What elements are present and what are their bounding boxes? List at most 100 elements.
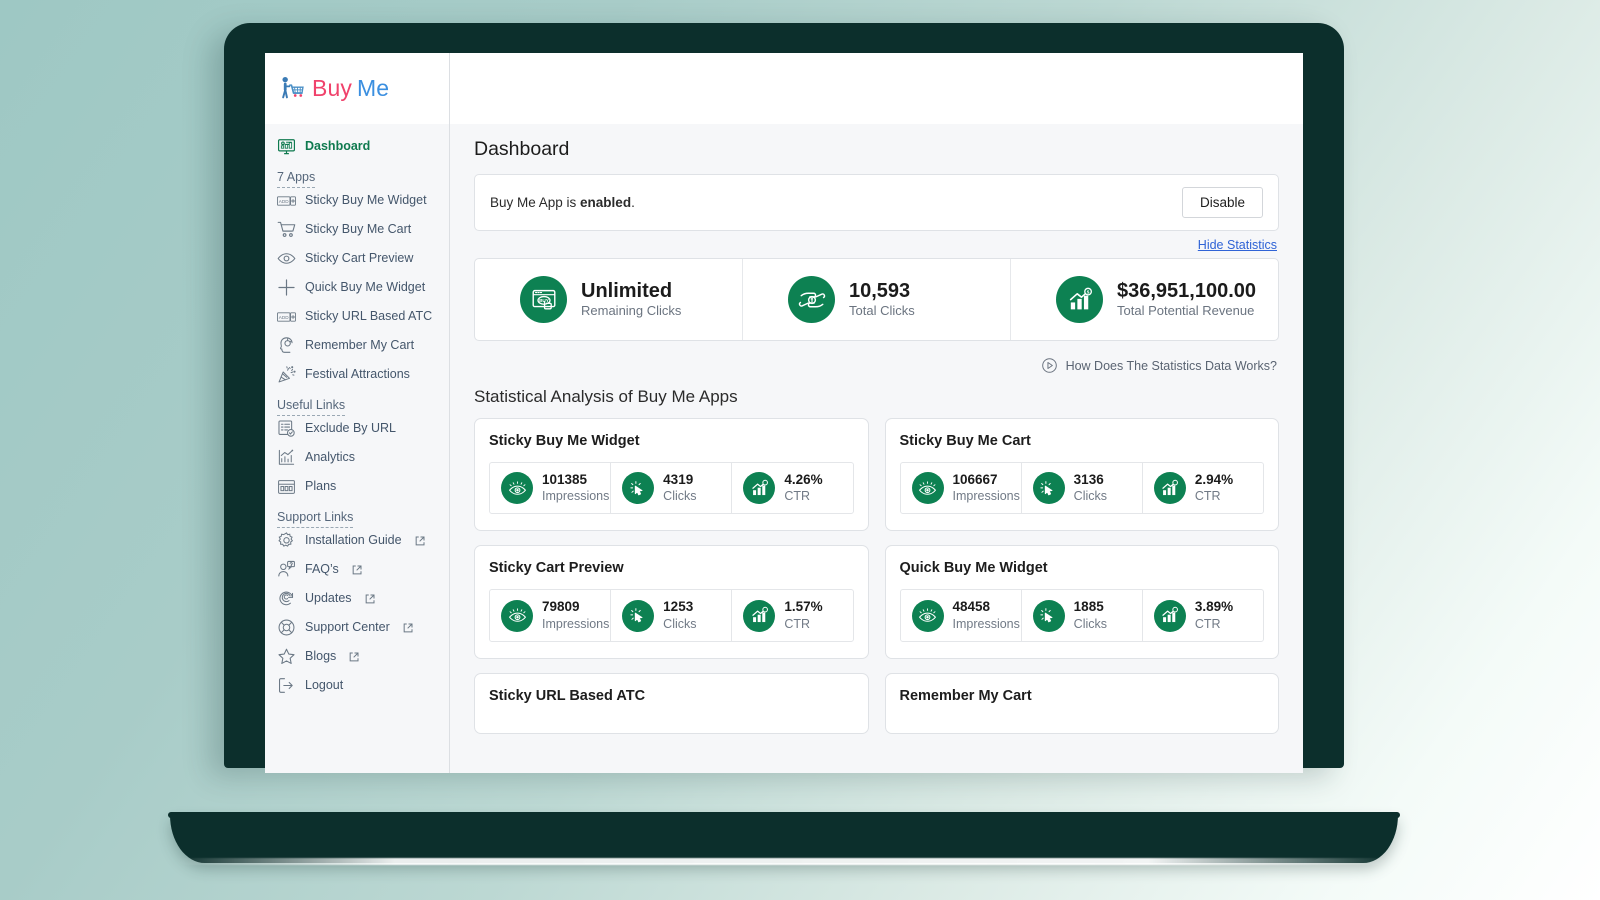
sidebar-item-sticky-buy-me-cart[interactable]: Sticky Buy Me Cart — [265, 215, 449, 244]
sidebar-item-label: Sticky Cart Preview — [305, 252, 413, 266]
svg-text:ADD: ADD — [279, 199, 289, 204]
main-area: Dashboard Buy Me App is enabled. Disable… — [450, 53, 1303, 773]
app-stat-card: Sticky Buy Me Cart — [885, 418, 1280, 531]
sidebar-item-festival-attractions[interactable]: Festival Attractions — [265, 360, 449, 389]
metric-label: CTR — [784, 488, 822, 504]
sidebar-item-sticky-url-based-atc[interactable]: ADD Sticky URL Based ATC — [265, 302, 449, 331]
ctr-chart-icon — [743, 600, 775, 632]
top-bar — [450, 53, 1303, 124]
laptop-base-highlight — [176, 858, 1392, 865]
metric-label: Clicks — [663, 488, 696, 504]
metric-text: 101385 Impressions — [542, 472, 609, 504]
svg-text:$: $ — [1086, 289, 1089, 294]
sidebar-item-remember-my-cart[interactable]: Remember My Cart — [265, 331, 449, 360]
hide-statistics-link[interactable]: Hide Statistics — [1198, 238, 1277, 252]
metric-text: 4.26% CTR — [784, 472, 822, 504]
app-card-title: Sticky URL Based ATC — [489, 688, 854, 704]
metric-row: 101385 Impressions — [489, 462, 854, 514]
metric-value: 1885 — [1074, 599, 1107, 615]
summary-card-text: $36,951,100.00 Total Potential Revenue — [1117, 280, 1256, 320]
laptop-screen-bezel: BuyMe — [224, 23, 1344, 768]
summary-value: 10,593 — [849, 280, 915, 303]
how-statistics-works-link[interactable]: How Does The Statistics Data Works? — [1066, 359, 1277, 373]
play-circle-icon[interactable] — [1041, 357, 1058, 374]
summary-label: Total Potential Revenue — [1117, 303, 1256, 320]
sidebar-item-faqs[interactable]: FAQ’s — [265, 555, 449, 584]
external-link-icon — [415, 536, 425, 546]
metric-value: 2.94% — [1195, 472, 1233, 488]
app-stat-card: Quick Buy Me Widget — [885, 545, 1280, 658]
plans-grid-icon — [277, 477, 296, 496]
sidebar-item-updates[interactable]: Updates — [265, 584, 449, 613]
person-question-icon — [277, 560, 296, 579]
sidebar-item-quick-buy-me-widget[interactable]: Quick Buy Me Widget — [265, 273, 449, 302]
sidebar-item-support-center[interactable]: Support Center — [265, 613, 449, 642]
sidebar-item-label: Remember My Cart — [305, 339, 414, 353]
analytics-chart-icon — [277, 448, 296, 467]
metric-ctr: 1.57% CTR — [732, 590, 852, 640]
app-status-panel: Buy Me App is enabled. Disable — [474, 174, 1279, 231]
metric-label: CTR — [1195, 488, 1233, 504]
screenshot-stage: BuyMe — [0, 0, 1600, 900]
app-stats-grid: Sticky Buy Me Widget — [474, 418, 1279, 734]
brand-logo-area[interactable]: BuyMe — [265, 53, 450, 124]
sidebar-item-label: Festival Attractions — [305, 368, 410, 382]
sidebar-nav: Dashboard 7 Apps — [265, 124, 449, 773]
ctr-chart-icon — [1154, 600, 1186, 632]
app-stat-card: Sticky Cart Preview — [474, 545, 869, 658]
external-link-icon — [352, 565, 362, 575]
sidebar-item-label: Dashboard — [305, 140, 370, 154]
dashboard-monitor-icon — [277, 137, 296, 156]
status-prefix: Buy Me App is — [490, 195, 580, 210]
metric-value: 4319 — [663, 472, 696, 488]
app-status-text: Buy Me App is enabled. — [490, 195, 635, 210]
sidebar-item-sticky-buy-me-widget[interactable]: ADD Sticky Buy Me Widget — [265, 186, 449, 215]
summary-value: Unlimited — [581, 280, 681, 303]
sidebar-item-logout[interactable]: Logout — [265, 671, 449, 700]
metric-text: 1.57% CTR — [784, 599, 822, 631]
metric-row: 48458 Impressions — [900, 589, 1265, 641]
sidebar-item-exclude-by-url[interactable]: Exclude By URL — [265, 414, 449, 443]
metric-ctr: 2.94% CTR — [1143, 463, 1263, 513]
metric-value: 1253 — [663, 599, 696, 615]
sidebar-section-heading-useful-links: Useful Links — [265, 389, 449, 414]
eye-icon — [912, 600, 944, 632]
sidebar-item-installation-guide[interactable]: Installation Guide — [265, 526, 449, 555]
sidebar-item-dashboard[interactable]: Dashboard — [265, 132, 449, 161]
app-card-title: Quick Buy Me Widget — [900, 560, 1265, 576]
metric-ctr: 4.26% CTR — [732, 463, 852, 513]
gear-icon — [277, 531, 296, 550]
metric-value: 3.89% — [1195, 599, 1233, 615]
buy-click-icon: BUY — [520, 276, 567, 323]
cursor-click-icon — [622, 472, 654, 504]
metric-ctr: 3.89% CTR — [1143, 590, 1263, 640]
sidebar-item-sticky-cart-preview[interactable]: Sticky Cart Preview — [265, 244, 449, 273]
metric-value: 4.26% — [784, 472, 822, 488]
external-link-icon — [403, 623, 413, 633]
refresh-spiral-icon — [277, 589, 296, 608]
metric-value: 106667 — [953, 472, 1020, 488]
metric-value: 48458 — [953, 599, 1020, 615]
disable-button[interactable]: Disable — [1182, 187, 1263, 218]
ctr-chart-icon — [743, 472, 775, 504]
summary-value: $36,951,100.00 — [1117, 280, 1256, 303]
add-button-icon: ADD — [277, 191, 296, 210]
metric-label: Clicks — [1074, 488, 1107, 504]
metric-value: 1.57% — [784, 599, 822, 615]
summary-card-text: 10,593 Total Clicks — [849, 280, 915, 320]
app-card-title: Sticky Buy Me Widget — [489, 433, 854, 449]
brand-word-me: Me — [357, 75, 389, 101]
sidebar-item-label: Analytics — [305, 451, 355, 465]
sidebar-item-analytics[interactable]: Analytics — [265, 443, 449, 472]
lifebuoy-icon — [277, 618, 296, 637]
sidebar-item-plans[interactable]: Plans — [265, 472, 449, 501]
eye-icon — [277, 249, 296, 268]
sidebar-item-blogs[interactable]: Blogs — [265, 642, 449, 671]
sidebar-item-label: Sticky Buy Me Cart — [305, 223, 411, 237]
eye-icon — [501, 600, 533, 632]
brand-name: BuyMe — [312, 75, 389, 102]
metric-text: 3136 Clicks — [1074, 472, 1107, 504]
metric-label: Impressions — [542, 488, 609, 504]
metric-text: 79809 Impressions — [542, 599, 609, 631]
metric-text: 1885 Clicks — [1074, 599, 1107, 631]
